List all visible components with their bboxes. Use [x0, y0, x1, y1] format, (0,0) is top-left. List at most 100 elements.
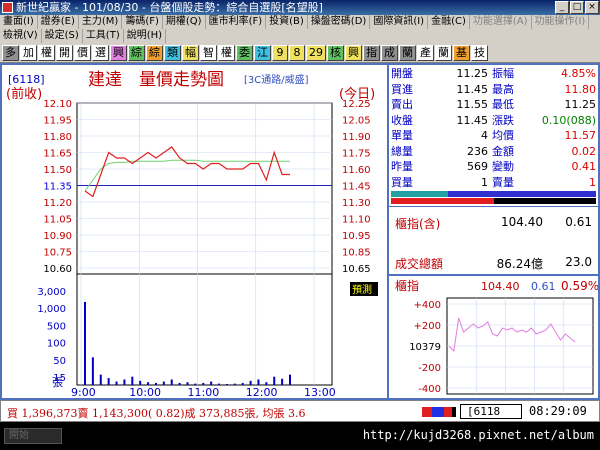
- watermark-url: http://kujd3268.pixnet.net/album: [362, 428, 594, 442]
- left-tick-label: 10.75: [43, 248, 72, 259]
- toolbar-button[interactable]: 蘭: [399, 44, 416, 61]
- toolbar-button[interactable]: 基: [453, 44, 470, 61]
- right-tick-label: 12.05: [342, 116, 371, 127]
- toolbar-button[interactable]: 興: [110, 44, 127, 61]
- forecast-tag[interactable]: 預測: [352, 283, 372, 296]
- quote-label: 振幅: [492, 67, 514, 80]
- menu-item[interactable]: 證券(E): [38, 15, 79, 29]
- right-tick-label: 10.95: [342, 231, 371, 242]
- maximize-button[interactable]: □: [570, 1, 584, 14]
- toolbar-button[interactable]: 權: [38, 44, 55, 61]
- toolbar-button[interactable]: 權: [218, 44, 235, 61]
- menu-item[interactable]: 操盤密碼(D): [308, 15, 371, 29]
- menu-item[interactable]: 功能選擇(A): [470, 15, 532, 29]
- menu-item[interactable]: 檢視(V): [0, 29, 42, 43]
- quote-label: 開盤: [391, 67, 413, 80]
- menu-item[interactable]: 投資(B): [266, 15, 308, 29]
- menu-item[interactable]: 主力(M): [79, 15, 123, 29]
- toolbar-button[interactable]: 8: [289, 44, 305, 61]
- toolbar-button[interactable]: 技: [471, 44, 488, 61]
- minimize-button[interactable]: _: [555, 1, 569, 14]
- toolbar-button[interactable]: 江: [254, 44, 271, 61]
- chart-title: 量價走勢圖: [139, 70, 224, 90]
- quote-value: 0.41: [571, 160, 597, 173]
- quote-value: 11.55: [456, 98, 489, 111]
- toolbar-button[interactable]: 選: [92, 44, 109, 61]
- menu-item[interactable]: 期權(Q): [163, 15, 206, 29]
- left-tick-label: 11.50: [43, 165, 72, 176]
- otc-index-mini-chart-panel: 櫃指 104.40 0.61 0.59% +400 +200 10379 -200 -400: [389, 274, 600, 400]
- menu-item[interactable]: 說明(H): [124, 29, 167, 43]
- quote-value: 11.80: [564, 82, 597, 96]
- toolbar-button[interactable]: 產: [417, 44, 434, 61]
- quote-label: 單量: [391, 129, 413, 142]
- quote-row: 單量 4 均價 11.57: [389, 128, 598, 144]
- toolbar-button[interactable]: 29: [306, 44, 326, 61]
- stock-code-input[interactable]: [6118: [460, 404, 522, 419]
- toolbar-button[interactable]: 類: [164, 44, 181, 61]
- menu-item[interactable]: 匯市利率(F): [206, 15, 267, 29]
- close-button[interactable]: ×: [585, 1, 599, 14]
- volume-bar: [131, 376, 134, 385]
- menu-item[interactable]: 金融(C): [428, 15, 470, 29]
- volume-bar: [115, 381, 118, 385]
- quote-value: 569: [467, 160, 488, 173]
- menu-item[interactable]: 功能操作(I): [532, 15, 590, 29]
- time-label: 13:00: [304, 386, 336, 398]
- toolbar-button[interactable]: 綜: [128, 44, 145, 61]
- toolbar-button[interactable]: 興: [345, 44, 362, 61]
- menu-item[interactable]: 設定(S): [42, 29, 83, 43]
- quote-row: 買量 1 賣量 1: [389, 175, 598, 191]
- mini-tick-label: +400: [414, 300, 441, 311]
- time-label: 11:00: [188, 386, 220, 398]
- right-tick-label: 11.75: [342, 149, 371, 160]
- volume-bar: [233, 383, 236, 385]
- mini-tick-label: +200: [414, 321, 441, 332]
- left-tick-label: 11.35: [43, 182, 72, 193]
- volume-bar: [123, 379, 126, 385]
- toolbar-button[interactable]: 多: [2, 44, 19, 61]
- right-tick-label: 10.85: [342, 248, 371, 259]
- volume-bar: [241, 382, 244, 385]
- toolbar-button[interactable]: 智: [200, 44, 217, 61]
- volume-tick-label: 500: [47, 321, 66, 332]
- toolbar-button[interactable]: 蘭: [435, 44, 452, 61]
- quote-row: 買進 11.45 最高 11.80: [389, 82, 598, 98]
- volume-bar: [170, 379, 173, 385]
- menu-item[interactable]: 國際資訊(I): [370, 15, 429, 29]
- toolbar-button[interactable]: 委: [236, 44, 253, 61]
- left-tick-label: 11.95: [43, 116, 72, 127]
- left-tick-label: 11.80: [43, 132, 72, 143]
- quote-label: 賣量: [492, 175, 514, 189]
- toolbar-button[interactable]: 開: [56, 44, 73, 61]
- menu-item[interactable]: 畫面(I): [0, 15, 38, 29]
- quote-row: 開盤 11.25 振幅 4.85%: [389, 66, 598, 82]
- otc-index-value: 104.40: [501, 215, 543, 229]
- quote-value: 11.45: [456, 82, 489, 96]
- quote-value: 4: [481, 129, 488, 142]
- toolbar-button[interactable]: 核: [327, 44, 344, 61]
- toolbar-button[interactable]: 加: [20, 44, 37, 61]
- left-tick-label: 12.10: [43, 99, 72, 110]
- quote-label: 收盤: [391, 113, 413, 127]
- mini-index-value: 104.40: [481, 280, 520, 293]
- quote-row: 總量 236 金額 0.02: [389, 144, 598, 160]
- toolbar-button[interactable]: 幅: [182, 44, 199, 61]
- toolbar-button[interactable]: 9: [272, 44, 288, 61]
- start-button[interactable]: 開始: [4, 428, 62, 444]
- prev-close-label: (前收): [6, 86, 42, 102]
- toolbar-button[interactable]: 價: [74, 44, 91, 61]
- right-tick-label: 12.25: [342, 99, 371, 110]
- menu-item[interactable]: 工具(T): [83, 29, 124, 43]
- otc-index-change: 0.61: [565, 215, 592, 229]
- toolbar-button[interactable]: 成: [381, 44, 398, 61]
- quote-row: 昨量 569 變動 0.41: [389, 159, 598, 175]
- volume-bar: [257, 379, 260, 385]
- toolbar-button[interactable]: 指: [363, 44, 380, 61]
- mini-index-percent: 0.59%: [561, 279, 598, 293]
- menu-item[interactable]: 籌碼(F): [122, 15, 163, 29]
- volume-bar: [218, 383, 221, 385]
- toolbar-button[interactable]: 綜: [146, 44, 163, 61]
- volume-bar: [84, 301, 86, 385]
- bid-ask-ratio-bar: [389, 190, 600, 206]
